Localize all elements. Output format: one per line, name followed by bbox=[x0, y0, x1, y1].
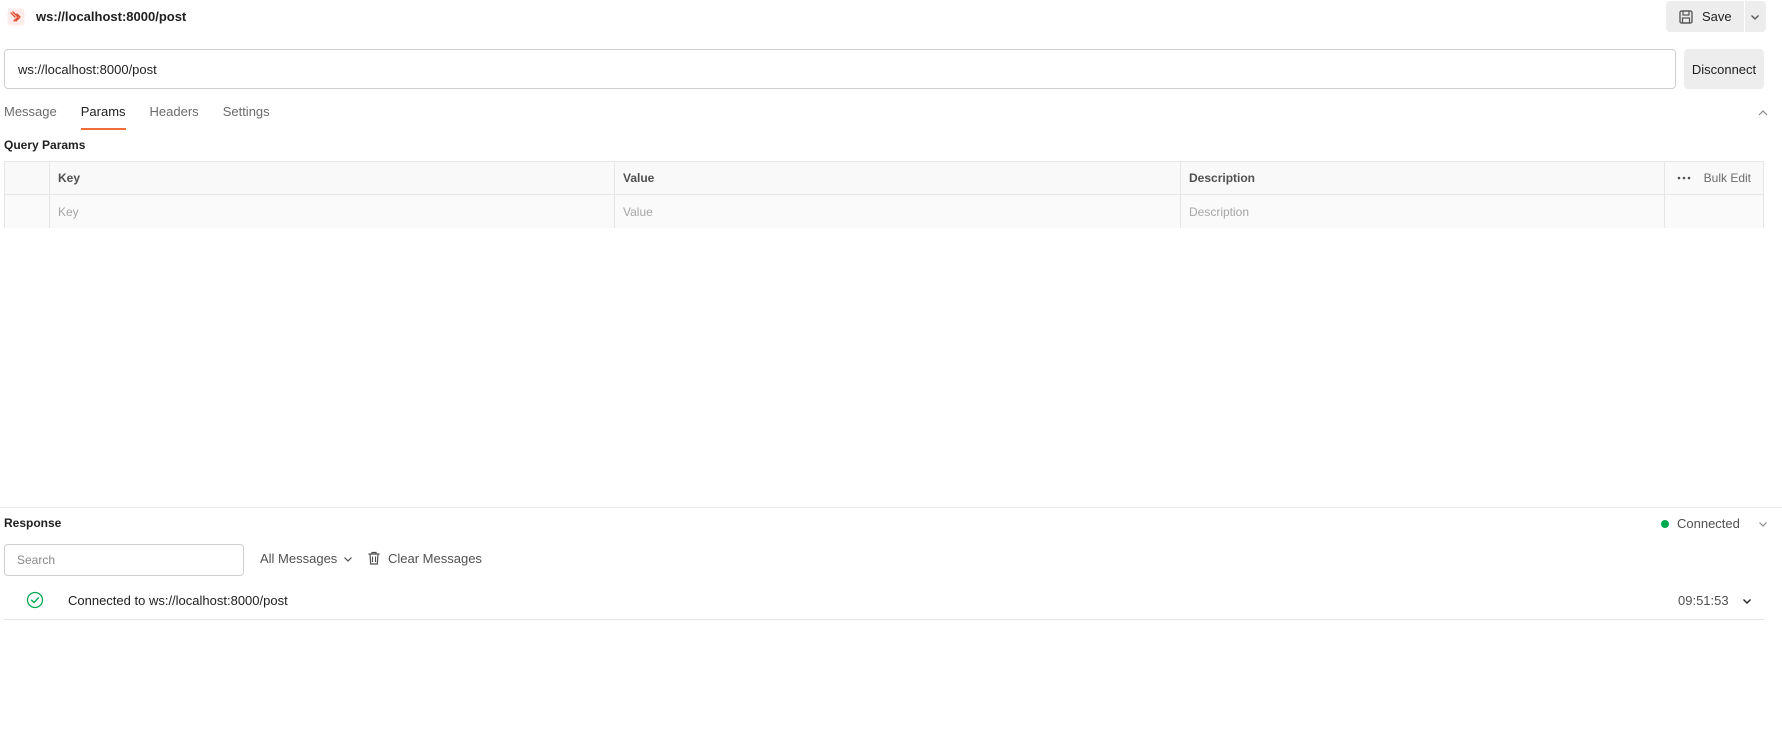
tab-settings[interactable]: Settings bbox=[223, 102, 270, 130]
websocket-icon bbox=[7, 8, 25, 26]
value-input[interactable]: Value bbox=[615, 195, 1181, 228]
status-dot-icon bbox=[1661, 519, 1669, 528]
chevron-down-icon[interactable] bbox=[1741, 595, 1753, 607]
table-actions: Bulk Edit bbox=[1665, 162, 1763, 194]
connection-status: Connected bbox=[1661, 516, 1740, 531]
clear-messages-button[interactable]: Clear Messages bbox=[366, 550, 482, 566]
message-filter-dropdown[interactable]: All Messages bbox=[260, 551, 353, 566]
bulk-edit-button[interactable]: Bulk Edit bbox=[1704, 171, 1751, 185]
description-column-header: Description bbox=[1181, 162, 1665, 194]
query-params-title: Query Params bbox=[4, 138, 86, 152]
request-title[interactable]: ws://localhost:8000/post bbox=[36, 9, 186, 24]
tab-headers[interactable]: Headers bbox=[150, 102, 199, 130]
chevron-down-icon bbox=[344, 556, 353, 562]
message-timestamp: 09:51:53 bbox=[1678, 593, 1729, 608]
clear-messages-label: Clear Messages bbox=[388, 550, 482, 566]
key-input[interactable]: Key bbox=[50, 195, 615, 228]
request-tabs: Message Params Headers Settings bbox=[4, 102, 270, 130]
message-text: Connected to ws://localhost:8000/post bbox=[68, 593, 288, 608]
tab-message[interactable]: Message bbox=[4, 102, 57, 130]
pane-divider[interactable] bbox=[0, 507, 1782, 508]
tab-params[interactable]: Params bbox=[80, 102, 126, 130]
description-input[interactable]: Description bbox=[1181, 195, 1665, 228]
filter-label: All Messages bbox=[260, 551, 338, 566]
url-input[interactable]: ws://localhost:8000/post bbox=[4, 49, 1676, 89]
key-column-header: Key bbox=[50, 162, 615, 194]
save-button-group: Save bbox=[1666, 1, 1766, 32]
list-item[interactable]: Connected to ws://localhost:8000/post 09… bbox=[4, 584, 1764, 620]
response-title: Response bbox=[4, 516, 62, 530]
search-input[interactable] bbox=[4, 544, 244, 576]
chevron-up-icon[interactable] bbox=[1756, 106, 1770, 120]
save-icon bbox=[1679, 9, 1693, 24]
table-header-row: Key Value Description Bulk Edit bbox=[5, 162, 1763, 195]
disconnect-button[interactable]: Disconnect bbox=[1684, 49, 1764, 89]
status-label: Connected bbox=[1677, 516, 1740, 531]
save-options-button[interactable] bbox=[1745, 1, 1766, 32]
chevron-down-icon bbox=[1751, 14, 1760, 20]
trash-icon bbox=[368, 551, 380, 565]
checkbox-column-header bbox=[5, 162, 50, 194]
request-header: ws://localhost:8000/post Save bbox=[0, 0, 1782, 34]
check-circle-icon bbox=[26, 591, 44, 609]
chevron-down-icon[interactable] bbox=[1757, 518, 1769, 530]
query-params-table: Key Value Description Bulk Edit Key Valu… bbox=[4, 161, 1764, 228]
row-actions bbox=[1665, 195, 1763, 228]
more-options-icon[interactable] bbox=[1676, 170, 1692, 186]
row-checkbox-cell bbox=[5, 195, 50, 228]
save-label: Save bbox=[1702, 9, 1732, 24]
table-row: Key Value Description bbox=[5, 195, 1763, 228]
value-column-header: Value bbox=[615, 162, 1181, 194]
save-button[interactable]: Save bbox=[1666, 1, 1745, 32]
